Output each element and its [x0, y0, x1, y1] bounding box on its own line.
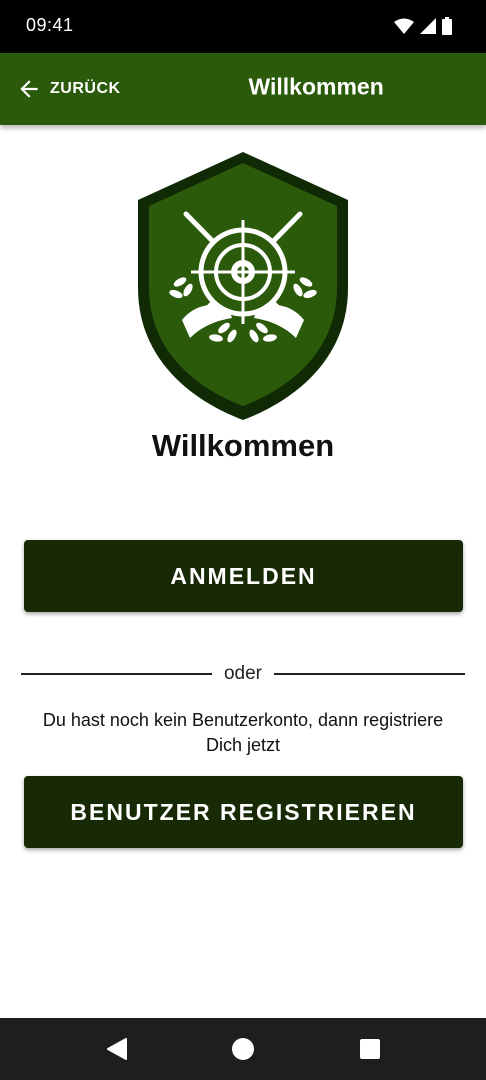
or-divider: oder	[21, 662, 465, 686]
status-bar: 09:41	[0, 0, 486, 53]
status-icons	[394, 16, 452, 36]
welcome-heading: Willkommen	[151, 428, 335, 463]
signal-icon	[420, 18, 436, 34]
nav-back-button[interactable]	[105, 1037, 129, 1061]
nav-recents-button[interactable]	[358, 1037, 382, 1061]
divider-line-left	[21, 673, 212, 675]
nav-home-button[interactable]	[231, 1037, 255, 1061]
system-nav-bar	[0, 1018, 486, 1080]
shield-target-crest-icon	[138, 152, 348, 420]
divider-line-right	[274, 673, 465, 675]
battery-icon	[442, 17, 452, 35]
divider-text: oder	[223, 663, 263, 684]
back-button[interactable]: ZURÜCK	[16, 71, 121, 107]
login-button[interactable]: ANMELDEN	[24, 540, 463, 612]
back-triangle-icon	[107, 1038, 127, 1060]
recents-square-icon	[360, 1039, 380, 1059]
app-screen: 09:41 ZURÜCK Willkommen Willkommen ANMEL…	[0, 0, 486, 1080]
page-title: Willkommen	[248, 73, 384, 100]
wifi-icon	[394, 18, 414, 34]
club-logo	[138, 152, 348, 420]
app-bar: ZURÜCK Willkommen	[0, 53, 486, 125]
status-time: 09:41	[26, 15, 74, 35]
home-circle-icon	[232, 1038, 254, 1060]
arrow-left-icon	[20, 80, 38, 98]
register-button[interactable]: BENUTZER REGISTRIEREN	[24, 776, 463, 848]
back-label: ZURÜCK	[50, 80, 121, 97]
register-info-text: Du hast noch kein Benutzerkonto, dann re…	[42, 710, 444, 755]
